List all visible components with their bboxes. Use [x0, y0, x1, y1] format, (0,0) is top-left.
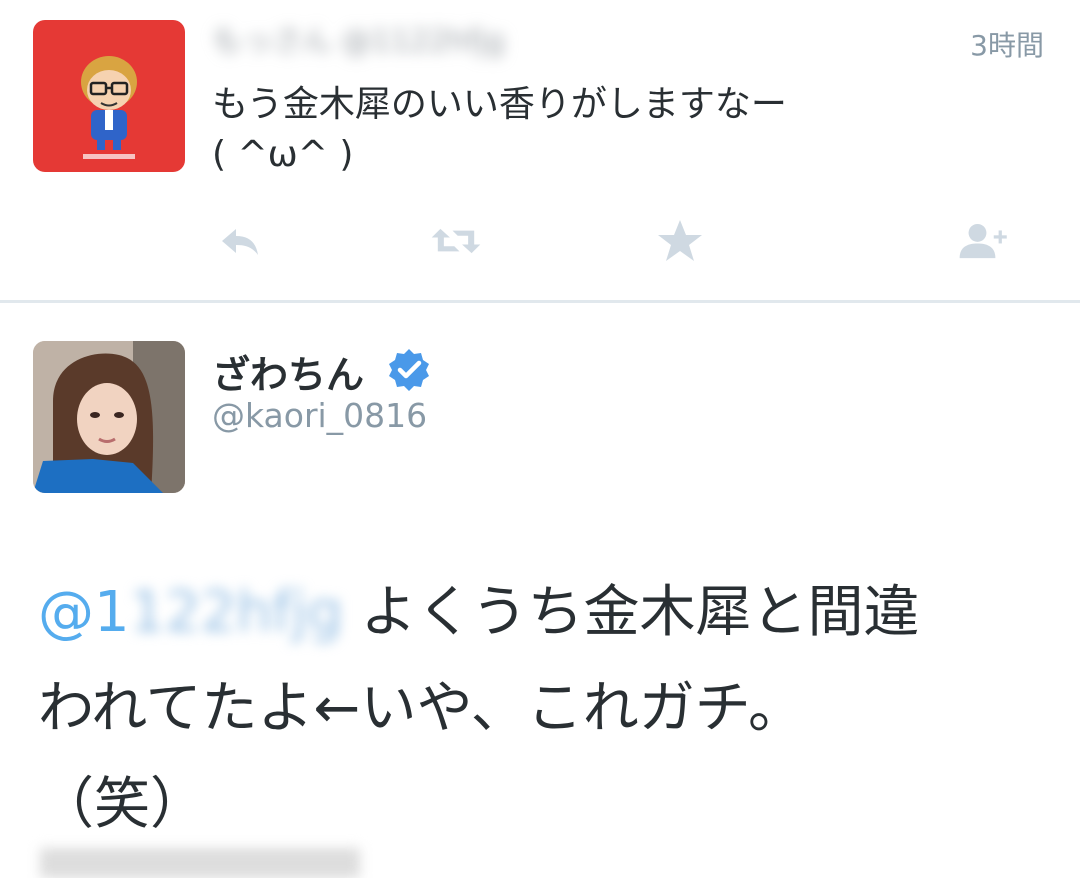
- verified-badge-icon: [389, 349, 429, 391]
- star-icon: [658, 220, 702, 261]
- tweet-text: もう金木犀のいい香りがしますなー ( ^ω^ ): [212, 80, 1012, 180]
- tweet-body-line: （笑）: [38, 772, 206, 837]
- follow-icon: [959, 223, 1007, 259]
- tweet-body: @1122hfjg よくうち金木犀と間違 われてたよ←いや、これガチ。 （笑）: [38, 565, 1048, 853]
- author-handle[interactable]: @kaori_0816: [212, 396, 427, 435]
- user-avatar[interactable]: [33, 20, 185, 172]
- user-avatar[interactable]: [33, 341, 185, 493]
- mention-link[interactable]: @1122hfjg: [38, 580, 343, 645]
- favorite-button[interactable]: [654, 218, 706, 264]
- follow-button[interactable]: [958, 218, 1010, 264]
- author-name: もっさん: [212, 24, 332, 59]
- tweet-text-line: ( ^ω^ ): [212, 134, 354, 175]
- retweet-button[interactable]: [430, 218, 482, 264]
- mention-blurred: 122hfjg: [129, 580, 343, 645]
- mention-prefix: @1: [38, 580, 130, 645]
- author-handle: @1122hfjg: [341, 24, 505, 59]
- tweet-timestamp[interactable]: 3時間: [970, 24, 1044, 64]
- tweet-body-line: われてたよ←いや、これガチ。: [38, 676, 804, 741]
- retweet-icon: [431, 228, 481, 254]
- tweet-body-text: よくうち金木犀と間違: [342, 580, 920, 645]
- author-name-blurred[interactable]: もっさん @1122hfjg: [212, 22, 572, 62]
- tweet-body-line: @1122hfjg よくうち金木犀と間違: [38, 565, 1048, 661]
- tweet-text-line: もう金木犀のいい香りがしますなー: [212, 84, 787, 125]
- reply-icon: [222, 229, 258, 255]
- tweet-divider: [0, 300, 1080, 303]
- blurred-footer: [40, 848, 360, 878]
- reply-button[interactable]: [214, 218, 266, 264]
- author-name[interactable]: ざわちん: [212, 344, 364, 399]
